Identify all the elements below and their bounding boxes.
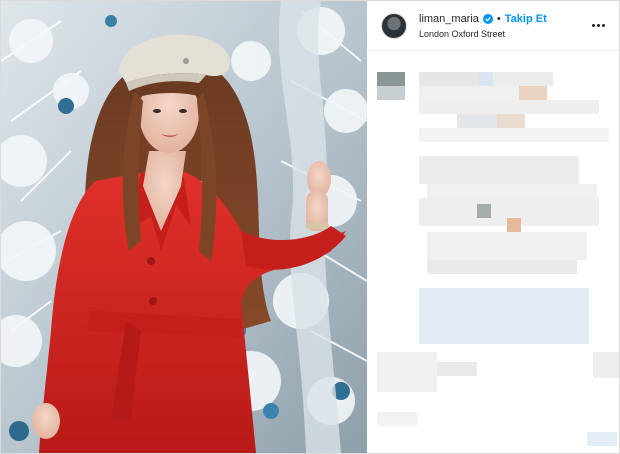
post-header: liman_maria • Takip Et London Oxford Str… — [367, 1, 619, 51]
verified-badge-icon — [482, 13, 493, 24]
post-photo[interactable] — [1, 1, 367, 453]
author-row: liman_maria • Takip Et — [419, 12, 547, 26]
avatar[interactable] — [381, 12, 407, 39]
more-horizontal-icon — [596, 24, 600, 27]
more-horizontal-icon — [591, 24, 595, 27]
more-options-button[interactable] — [587, 15, 609, 37]
location-link[interactable]: London Oxford Street — [419, 28, 547, 40]
pixelated-comments-area — [367, 52, 619, 453]
separator-dot: • — [496, 12, 501, 25]
follow-button[interactable]: Takip Et — [505, 12, 547, 26]
username-link[interactable]: liman_maria — [419, 12, 479, 26]
author-meta: liman_maria • Takip Et London Oxford Str… — [419, 12, 547, 40]
instagram-post: liman_maria • Takip Et London Oxford Str… — [0, 0, 620, 454]
photo-illustration — [1, 1, 367, 453]
more-horizontal-icon — [601, 24, 605, 27]
post-side-panel: liman_maria • Takip Et London Oxford Str… — [367, 1, 619, 453]
